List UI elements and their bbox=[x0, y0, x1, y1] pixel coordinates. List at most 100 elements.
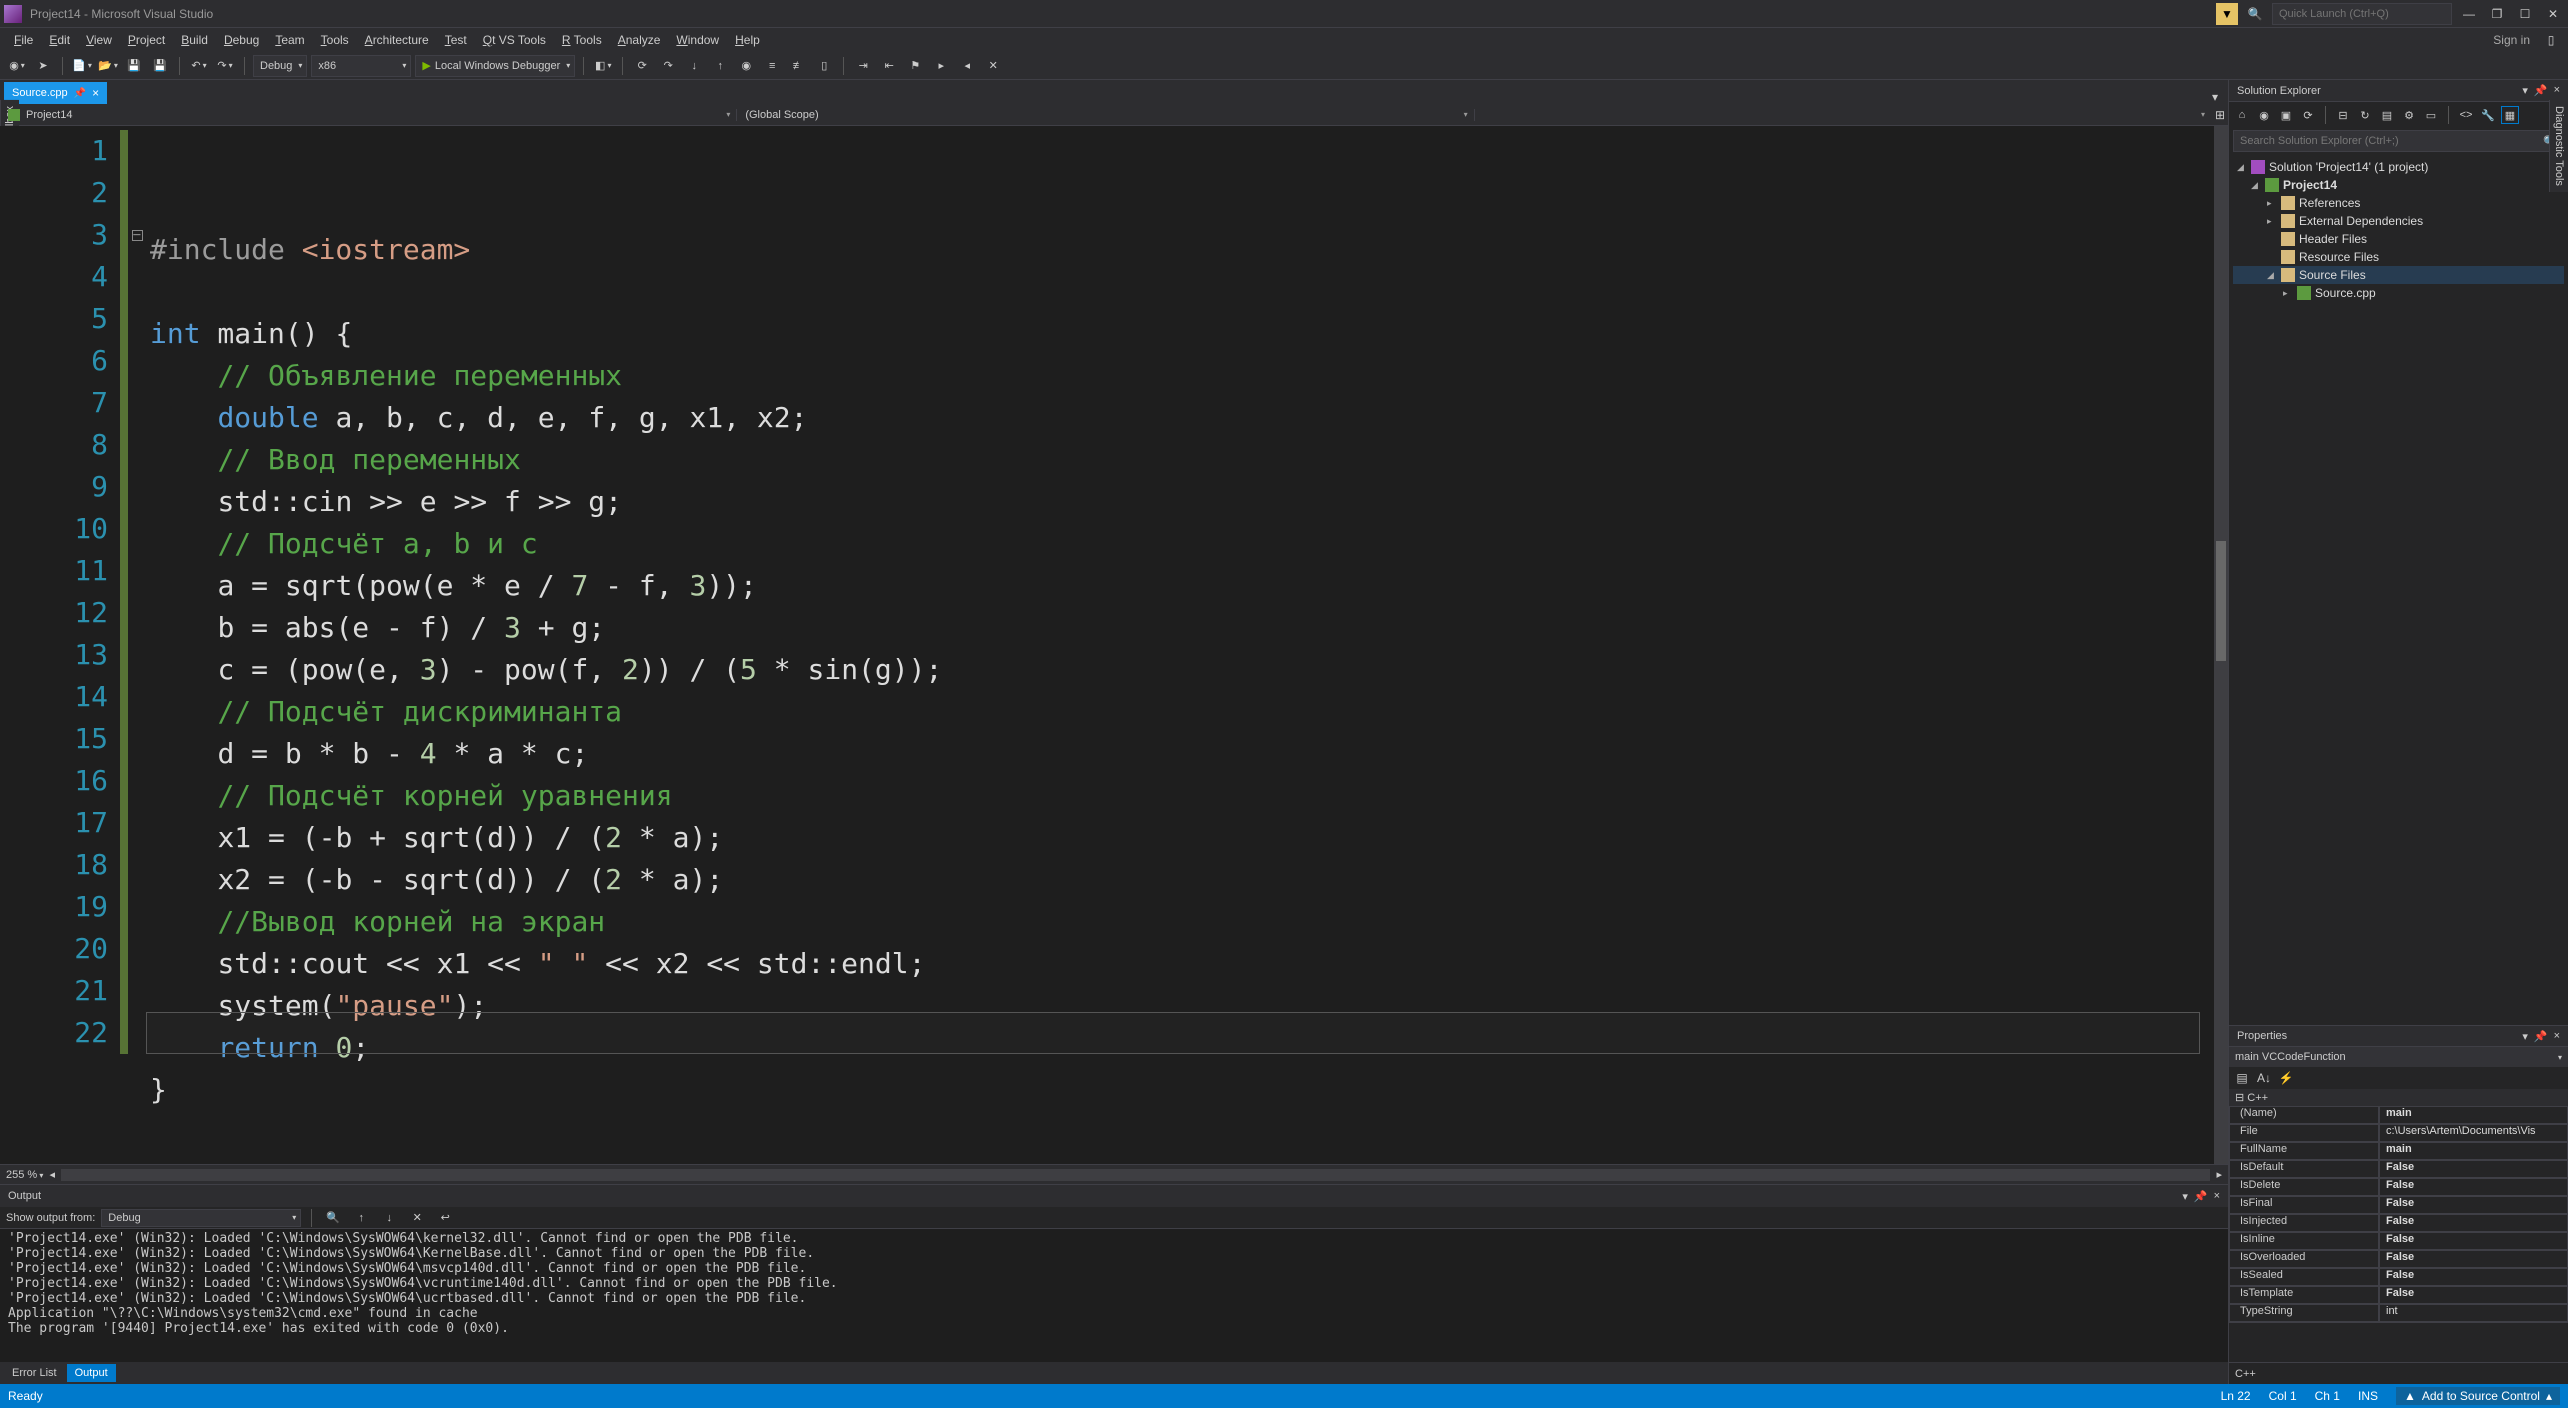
start-debugging-button[interactable]: ▶Local Windows Debugger bbox=[415, 55, 575, 77]
save-button[interactable]: 💾 bbox=[123, 55, 145, 77]
se-sync-icon[interactable]: ⟳ bbox=[2299, 106, 2317, 124]
output-next-icon[interactable]: ↓ bbox=[378, 1207, 400, 1229]
solution-explorer-tree[interactable]: ◢Solution 'Project14' (1 project) ◢Proje… bbox=[2229, 154, 2568, 310]
sign-in-link[interactable]: Sign in bbox=[2483, 30, 2540, 50]
tree-solution-node[interactable]: ◢Solution 'Project14' (1 project) bbox=[2233, 158, 2564, 176]
output-find-icon[interactable]: 🔍 bbox=[322, 1207, 344, 1229]
code-text-area[interactable]: #include <iostream>int main() { // Объяв… bbox=[146, 126, 2214, 1164]
toggle-icon[interactable]: ⟳ bbox=[631, 55, 653, 77]
se-showall-icon[interactable]: ▤ bbox=[2378, 106, 2396, 124]
prop-categorized-icon[interactable]: ▤ bbox=[2233, 1069, 2251, 1087]
property-value[interactable]: main bbox=[2379, 1142, 2568, 1160]
property-value[interactable]: False bbox=[2379, 1268, 2568, 1286]
status-col[interactable]: Col 1 bbox=[2269, 1389, 2297, 1403]
uncomment-button[interactable]: ≢ bbox=[787, 55, 809, 77]
se-properties-icon[interactable]: ⚙ bbox=[2400, 106, 2418, 124]
menu-r-tools[interactable]: R Tools bbox=[554, 30, 610, 50]
status-ins[interactable]: INS bbox=[2358, 1389, 2378, 1403]
menu-view[interactable]: View bbox=[78, 30, 120, 50]
forward-button[interactable]: ➤ bbox=[32, 55, 54, 77]
editor-horizontal-scrollbar[interactable] bbox=[61, 1169, 2210, 1181]
solution-config-dropdown[interactable]: Debug bbox=[253, 55, 307, 77]
se-pin-icon[interactable]: 📌 bbox=[2534, 84, 2548, 97]
nav-project-dropdown[interactable]: Project14 bbox=[0, 109, 737, 121]
prev-bookmark-icon[interactable]: ◂ bbox=[956, 55, 978, 77]
se-close-icon[interactable]: × bbox=[2554, 84, 2560, 97]
panel-dropdown-icon[interactable]: ▾ bbox=[2182, 1190, 2188, 1203]
property-value[interactable]: c:\Users\Artem\Documents\Vis bbox=[2379, 1124, 2568, 1142]
split-editor-icon[interactable]: ⊞ bbox=[2212, 108, 2228, 122]
maximize-button[interactable]: ☐ bbox=[2514, 3, 2536, 25]
property-value[interactable]: False bbox=[2379, 1286, 2568, 1304]
property-value[interactable]: False bbox=[2379, 1196, 2568, 1214]
se-pending-icon[interactable]: ▣ bbox=[2277, 106, 2295, 124]
menu-architecture[interactable]: Architecture bbox=[357, 30, 437, 50]
step-into-button[interactable]: ↓ bbox=[683, 55, 705, 77]
flag-icon[interactable]: ⚑ bbox=[904, 55, 926, 77]
se-collapse-icon[interactable]: ⊟ bbox=[2334, 106, 2352, 124]
property-value[interactable]: False bbox=[2379, 1178, 2568, 1196]
outdent-icon[interactable]: ⇤ bbox=[878, 55, 900, 77]
prop-alpha-icon[interactable]: A↓ bbox=[2255, 1069, 2273, 1087]
panel-close-icon[interactable]: × bbox=[2214, 1190, 2220, 1203]
minimize-button[interactable]: — bbox=[2458, 3, 2480, 25]
menu-test[interactable]: Test bbox=[437, 30, 475, 50]
breakpoint-icon[interactable]: ◉ bbox=[735, 55, 757, 77]
new-project-button[interactable]: 📄 bbox=[71, 55, 93, 77]
nav-scope-dropdown[interactable]: (Global Scope) bbox=[737, 109, 1474, 121]
property-row[interactable]: TypeStringint bbox=[2229, 1304, 2568, 1322]
bottom-tab-output[interactable]: Output bbox=[67, 1364, 116, 1382]
comment-button[interactable]: ≡ bbox=[761, 55, 783, 77]
properties-category[interactable]: ⊟ C++ bbox=[2229, 1089, 2568, 1106]
property-row[interactable]: FullNamemain bbox=[2229, 1142, 2568, 1160]
undo-button[interactable]: ↶ bbox=[188, 55, 210, 77]
property-value[interactable]: False bbox=[2379, 1214, 2568, 1232]
prop-dropdown-icon[interactable]: ▾ bbox=[2522, 1030, 2528, 1043]
se-home-icon[interactable]: ⌂ bbox=[2233, 106, 2251, 124]
tree-resource-files-node[interactable]: Resource Files bbox=[2233, 248, 2564, 266]
step-over-button[interactable]: ↷ bbox=[657, 55, 679, 77]
property-row[interactable]: IsDeleteFalse bbox=[2229, 1178, 2568, 1196]
output-text[interactable]: 'Project14.exe' (Win32): Loaded 'C:\Wind… bbox=[0, 1229, 2228, 1362]
open-file-button[interactable]: 📂 bbox=[97, 55, 119, 77]
clear-bookmarks-icon[interactable]: ✕ bbox=[982, 55, 1004, 77]
tree-source-cpp-node[interactable]: ▸Source.cpp bbox=[2233, 284, 2564, 302]
output-wrap-icon[interactable]: ↩ bbox=[434, 1207, 456, 1229]
se-class-view-icon[interactable]: ▦ bbox=[2501, 106, 2519, 124]
notification-badge-icon[interactable]: ▼ bbox=[2216, 3, 2238, 25]
debug-target-button[interactable]: ◧ bbox=[592, 55, 614, 77]
se-wrench-icon[interactable]: 🔧 bbox=[2479, 106, 2497, 124]
save-all-button[interactable]: 💾 bbox=[149, 55, 171, 77]
editor-vertical-scrollbar[interactable] bbox=[2214, 126, 2228, 1164]
close-tab-icon[interactable]: × bbox=[92, 86, 99, 100]
tab-overflow-dropdown[interactable]: ▾ bbox=[2206, 90, 2224, 104]
menu-help[interactable]: Help bbox=[727, 30, 768, 50]
menu-team[interactable]: Team bbox=[267, 30, 312, 50]
properties-subject-dropdown[interactable]: main VCCodeFunction bbox=[2229, 1047, 2568, 1067]
property-row[interactable]: IsSealedFalse bbox=[2229, 1268, 2568, 1286]
status-ch[interactable]: Ch 1 bbox=[2315, 1389, 2340, 1403]
prop-pin-icon[interactable]: 📌 bbox=[2534, 1030, 2548, 1043]
property-row[interactable]: Filec:\Users\Artem\Documents\Vis bbox=[2229, 1124, 2568, 1142]
output-prev-icon[interactable]: ↑ bbox=[350, 1207, 372, 1229]
cpp-side-tab[interactable]: C++ bbox=[2229, 1362, 2568, 1384]
property-row[interactable]: IsInjectedFalse bbox=[2229, 1214, 2568, 1232]
property-row[interactable]: IsInlineFalse bbox=[2229, 1232, 2568, 1250]
close-window-button[interactable]: ✕ bbox=[2542, 3, 2564, 25]
indent-icon[interactable]: ⇥ bbox=[852, 55, 874, 77]
property-row[interactable]: IsFinalFalse bbox=[2229, 1196, 2568, 1214]
se-refresh-icon[interactable]: ↻ bbox=[2356, 106, 2374, 124]
menu-analyze[interactable]: Analyze bbox=[610, 30, 669, 50]
menu-debug[interactable]: Debug bbox=[216, 30, 267, 50]
prop-events-icon[interactable]: ⚡ bbox=[2277, 1069, 2295, 1087]
se-view-code-icon[interactable]: <> bbox=[2457, 106, 2475, 124]
output-source-dropdown[interactable]: Debug bbox=[101, 1209, 301, 1227]
tree-project-node[interactable]: ◢Project14 bbox=[2233, 176, 2564, 194]
menu-edit[interactable]: Edit bbox=[41, 30, 78, 50]
se-dropdown-icon[interactable]: ▾ bbox=[2522, 84, 2528, 97]
zoom-level-dropdown[interactable]: 255 % bbox=[6, 1169, 43, 1181]
tree-external-deps-node[interactable]: ▸External Dependencies bbox=[2233, 212, 2564, 230]
document-tab-source-cpp[interactable]: Source.cpp 📌 × bbox=[4, 82, 107, 104]
se-preview-icon[interactable]: ▭ bbox=[2422, 106, 2440, 124]
menu-file[interactable]: File bbox=[6, 30, 41, 50]
